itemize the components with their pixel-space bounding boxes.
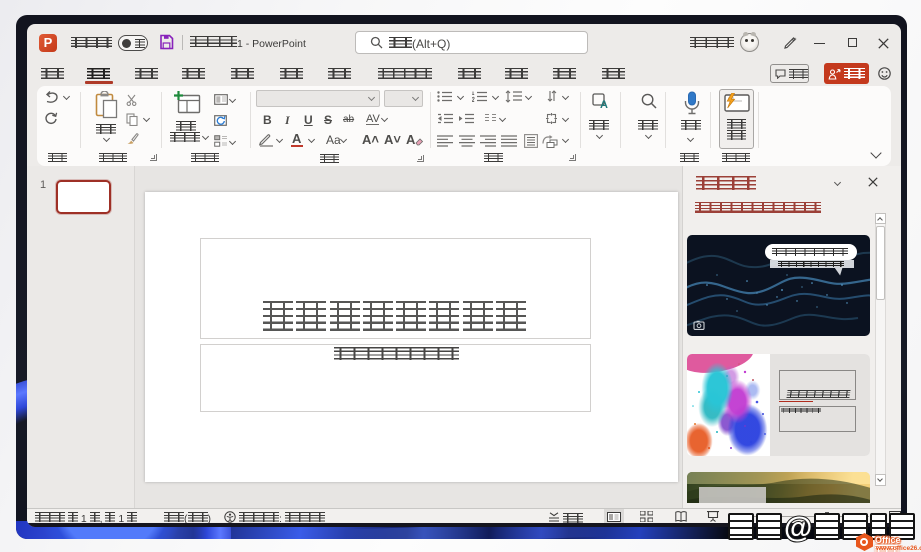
- svg-text:A: A: [600, 99, 608, 109]
